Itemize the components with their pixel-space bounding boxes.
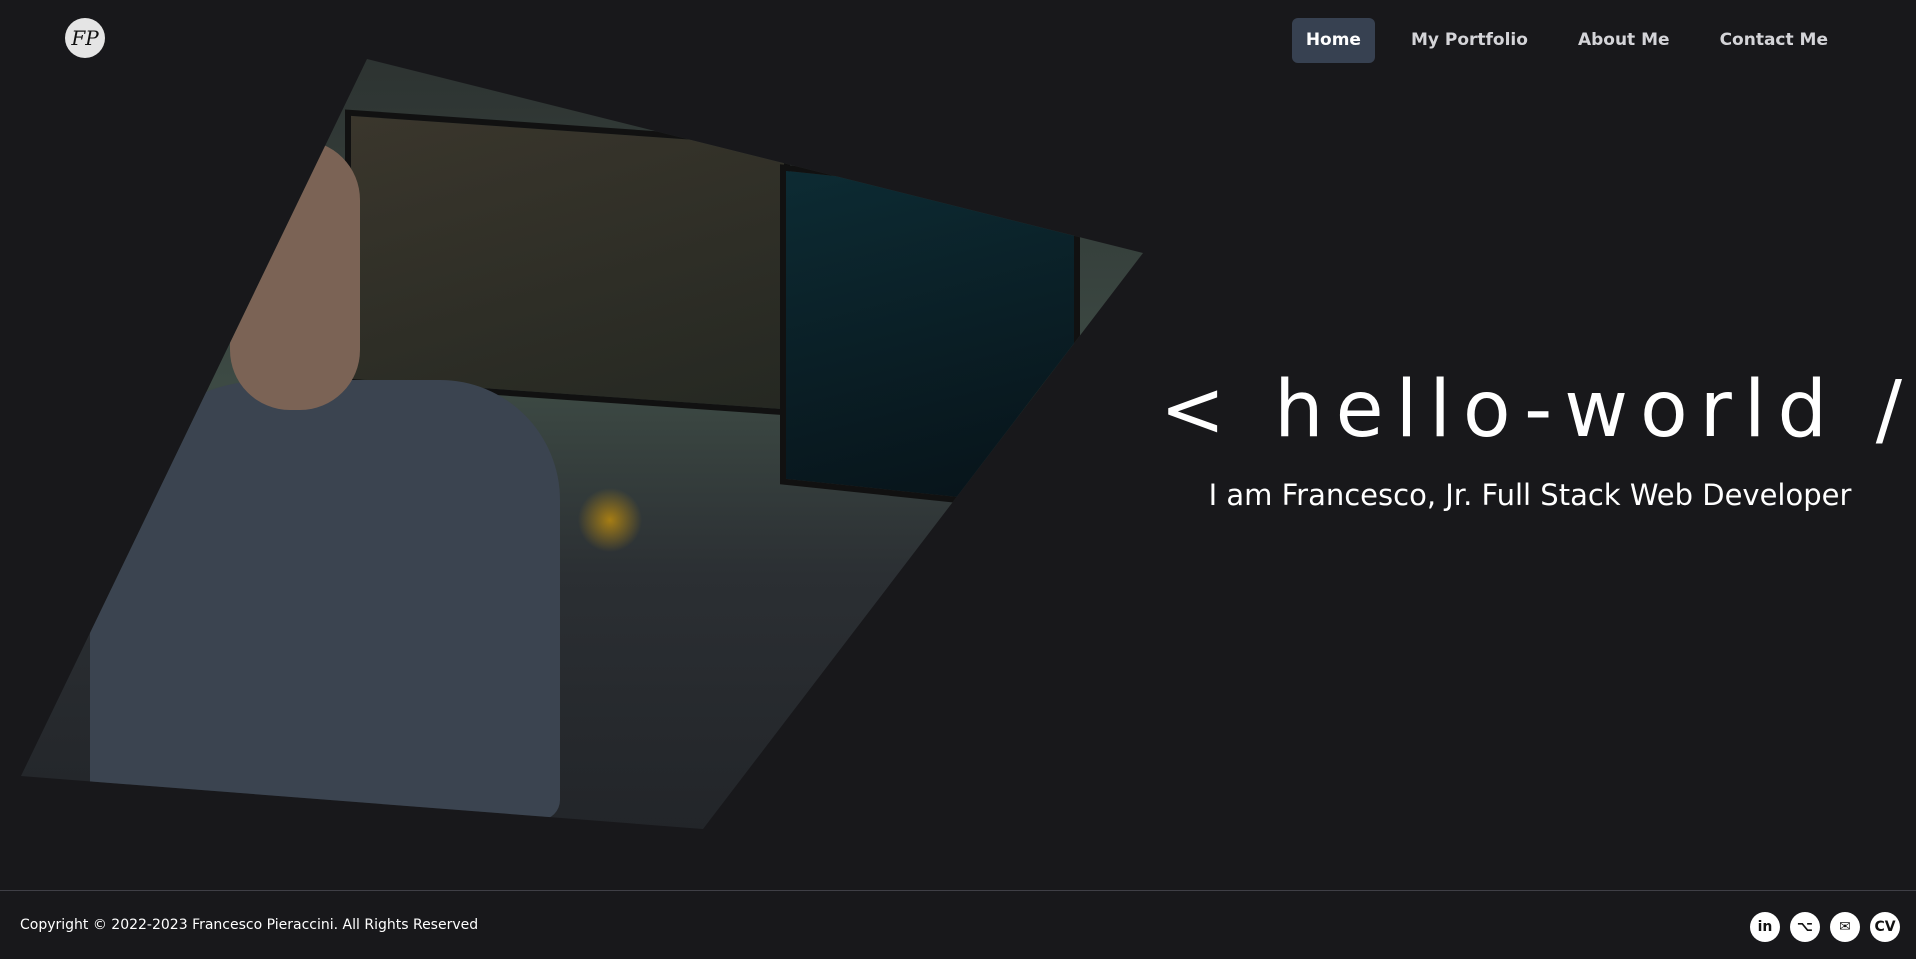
hero-subtitle: I am Francesco, Jr. Full Stack Web Devel… [1208,478,1852,512]
photo-monitor-duck [780,164,1080,516]
footer-divider [0,890,1916,891]
github-icon[interactable]: ⌥ [1790,912,1820,942]
hero-title: < hello-world /> [1160,365,1916,455]
linkedin-icon[interactable]: in [1750,912,1780,942]
nav-contact-me[interactable]: Contact Me [1706,18,1842,63]
photo-person-head [230,140,360,410]
copyright: Copyright © 2022-2023 Francesco Pieracci… [20,917,479,933]
logo[interactable]: FP [65,18,105,58]
photo-monitor-code [345,109,790,416]
nav-home[interactable]: Home [1291,18,1375,63]
main-nav: Home My Portfolio About Me Contact Me [1291,18,1916,63]
social-links: in ⌥ ✉ CV [1750,912,1900,942]
nav-my-portfolio[interactable]: My Portfolio [1397,18,1542,63]
nav-about-me[interactable]: About Me [1564,18,1684,63]
photo-person [90,380,560,820]
mail-icon[interactable]: ✉ [1830,912,1860,942]
cv-icon[interactable]: CV [1870,912,1900,942]
